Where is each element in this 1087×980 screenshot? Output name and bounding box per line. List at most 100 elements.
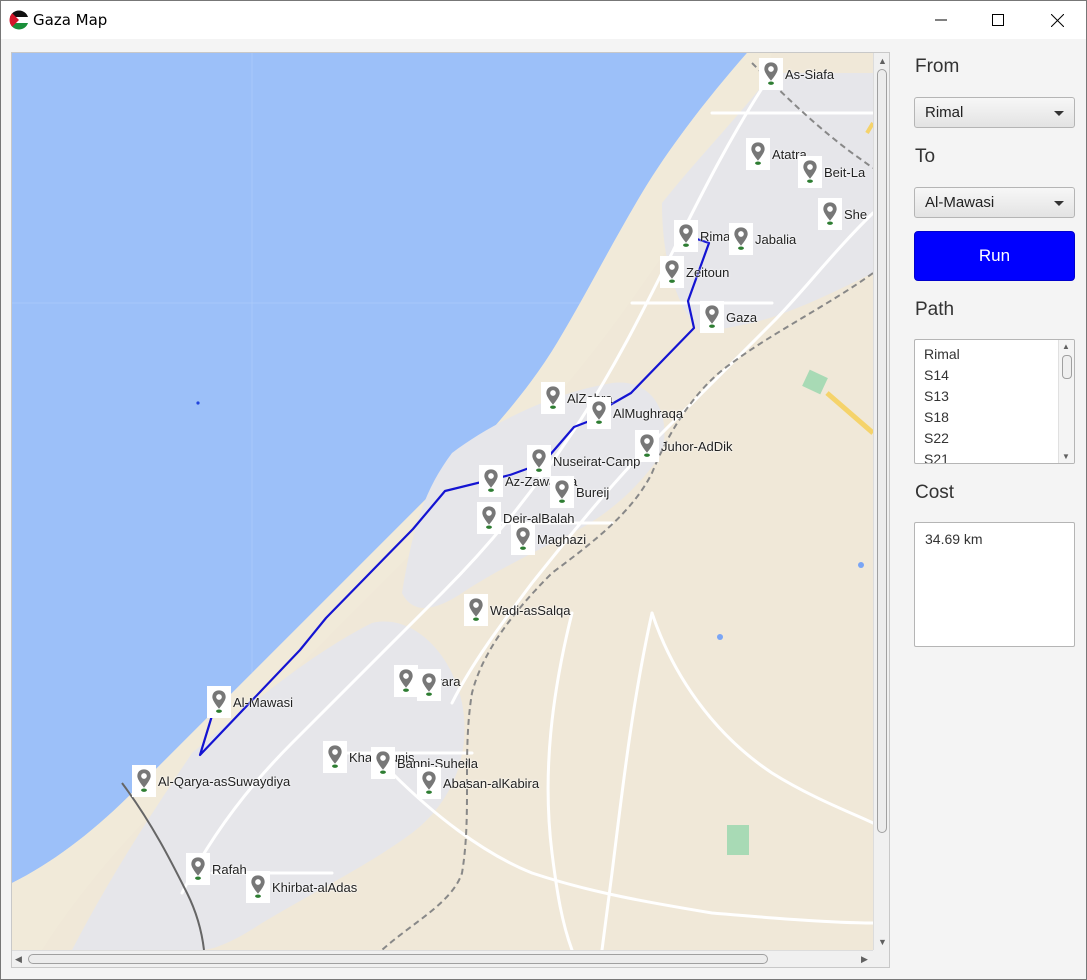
location-pin-icon	[818, 198, 842, 230]
location-pin-icon	[417, 767, 441, 799]
maximize-button[interactable]	[969, 1, 1027, 39]
scroll-corner	[873, 950, 889, 967]
map-scroll-pane[interactable]: As-Siafa Atatra Beit-La She Rimal Jabalia Zeit…	[11, 52, 890, 968]
location-pin-icon	[759, 58, 783, 90]
title-bar: Gaza Map	[1, 1, 1086, 39]
scroll-down-icon[interactable]: ▼	[1062, 452, 1070, 462]
location-pin-icon	[186, 853, 210, 885]
from-combobox[interactable]: Rimal	[914, 97, 1075, 128]
location-pin-icon	[587, 397, 611, 429]
cost-value: 34.69 km	[925, 531, 983, 547]
place-label: Rafah	[212, 861, 247, 877]
minimize-icon	[935, 19, 947, 21]
location-pin-icon	[323, 741, 347, 773]
location-pin-icon	[674, 220, 698, 252]
close-icon	[1050, 13, 1064, 27]
path-list[interactable]: Rimal S14 S13 S18 S22 S21 ▲ ▼	[914, 339, 1075, 464]
place-marker[interactable]: Abasan-alKabira	[417, 767, 539, 799]
location-pin-icon	[479, 465, 503, 497]
scroll-left-icon[interactable]: ◀	[15, 954, 22, 964]
run-button[interactable]: Run	[914, 231, 1075, 281]
place-label: Juhor-AdDik	[661, 438, 733, 454]
location-pin-icon	[746, 138, 770, 170]
place-label: Al-Qarya-asSuwaydiya	[158, 773, 291, 789]
to-combobox[interactable]: Al-Mawasi	[914, 187, 1075, 218]
place-label: Zeitoun	[686, 264, 730, 280]
scroll-down-icon[interactable]: ▼	[878, 937, 887, 947]
chevron-down-icon	[1054, 111, 1064, 116]
place-label: She	[844, 206, 868, 222]
palestine-flag-icon	[9, 10, 29, 30]
path-list-item[interactable]: S18	[924, 409, 1074, 430]
scroll-right-icon[interactable]: ▶	[861, 954, 868, 964]
maximize-icon	[992, 14, 1004, 26]
place-marker[interactable]	[417, 669, 441, 701]
place-marker[interactable]: AlMughraqa	[587, 397, 683, 429]
place-marker[interactable]: Maghazi	[511, 523, 586, 555]
place-marker[interactable]: Gaza	[700, 301, 757, 333]
from-combobox-value: Rimal	[925, 104, 964, 121]
place-marker[interactable]: Wadi-asSalqa	[464, 594, 570, 626]
place-marker[interactable]: Al-Mawasi	[207, 686, 293, 718]
place-label: Maghazi	[537, 531, 587, 547]
app-window: Gaza Map As-Siafa Atatra Beit-La She Rim…	[0, 0, 1087, 980]
place-marker[interactable]: Khirbat-alAdas	[246, 871, 357, 903]
path-list-item[interactable]: S14	[924, 367, 1074, 388]
window-title: Gaza Map	[33, 11, 108, 29]
map-image	[12, 53, 873, 950]
chevron-down-icon	[1054, 201, 1064, 206]
place-marker[interactable]: Rafah	[186, 853, 247, 885]
location-pin-icon	[541, 382, 565, 414]
place-label: Gaza	[726, 309, 758, 325]
place-label: Al-Mawasi	[233, 694, 293, 710]
location-pin-icon	[660, 256, 684, 288]
map-horizontal-scroll-thumb[interactable]	[28, 954, 768, 964]
place-marker[interactable]: Juhor-AdDik	[635, 430, 733, 462]
place-marker[interactable]: Jabalia	[729, 223, 796, 255]
scroll-up-icon[interactable]: ▲	[1062, 342, 1070, 352]
place-label: Abasan-alKabira	[443, 775, 540, 791]
path-label: Path	[915, 299, 955, 320]
location-pin-icon	[132, 765, 156, 797]
location-pin-icon	[477, 502, 501, 534]
map-vertical-scrollbar[interactable]: ▲ ▼	[873, 53, 889, 950]
location-pin-icon	[246, 871, 270, 903]
path-list-item[interactable]: S21	[924, 451, 1074, 463]
place-marker[interactable]: Al-Qarya-asSuwaydiya	[132, 765, 290, 797]
map-vertical-scroll-thumb[interactable]	[877, 69, 887, 833]
location-pin-icon	[464, 594, 488, 626]
place-label: Beit-La	[824, 164, 866, 180]
place-label: AlMughraqa	[613, 405, 684, 421]
minimize-button[interactable]	[912, 1, 970, 39]
place-marker[interactable]: She	[818, 198, 867, 230]
from-label: From	[915, 56, 960, 77]
path-list-scrollbar[interactable]: ▲ ▼	[1058, 340, 1074, 463]
place-label: Wadi-asSalqa	[490, 602, 571, 618]
to-label: To	[915, 146, 936, 167]
location-pin-icon	[371, 747, 395, 779]
location-pin-icon	[700, 301, 724, 333]
location-pin-icon	[511, 523, 535, 555]
location-pin-icon	[729, 223, 753, 255]
path-list-item[interactable]: Rimal	[924, 346, 1074, 367]
place-marker[interactable]: As-Siafa	[759, 58, 834, 90]
cost-text-area[interactable]: 34.69 km	[914, 522, 1075, 647]
path-list-item[interactable]: S13	[924, 388, 1074, 409]
location-pin-icon	[798, 156, 822, 188]
location-pin-icon	[394, 665, 418, 697]
path-list-item[interactable]: S22	[924, 430, 1074, 451]
place-marker[interactable]: Rimal	[674, 220, 733, 252]
place-marker[interactable]: Beit-La	[798, 156, 865, 188]
close-button[interactable]	[1028, 1, 1086, 39]
path-list-scroll-thumb[interactable]	[1062, 355, 1072, 379]
map-view[interactable]: As-Siafa Atatra Beit-La She Rimal Jabalia Zeit…	[12, 53, 873, 950]
location-pin-icon	[417, 669, 441, 701]
cost-label: Cost	[915, 482, 955, 503]
scroll-up-icon[interactable]: ▲	[878, 56, 887, 66]
place-marker[interactable]: Zeitoun	[660, 256, 729, 288]
path-list-items: Rimal S14 S13 S18 S22 S21	[915, 340, 1074, 463]
place-label: Jabalia	[755, 231, 797, 247]
location-pin-icon	[207, 686, 231, 718]
map-horizontal-scrollbar[interactable]: ◀ ▶	[12, 950, 873, 967]
place-label: Khirbat-alAdas	[272, 879, 358, 895]
